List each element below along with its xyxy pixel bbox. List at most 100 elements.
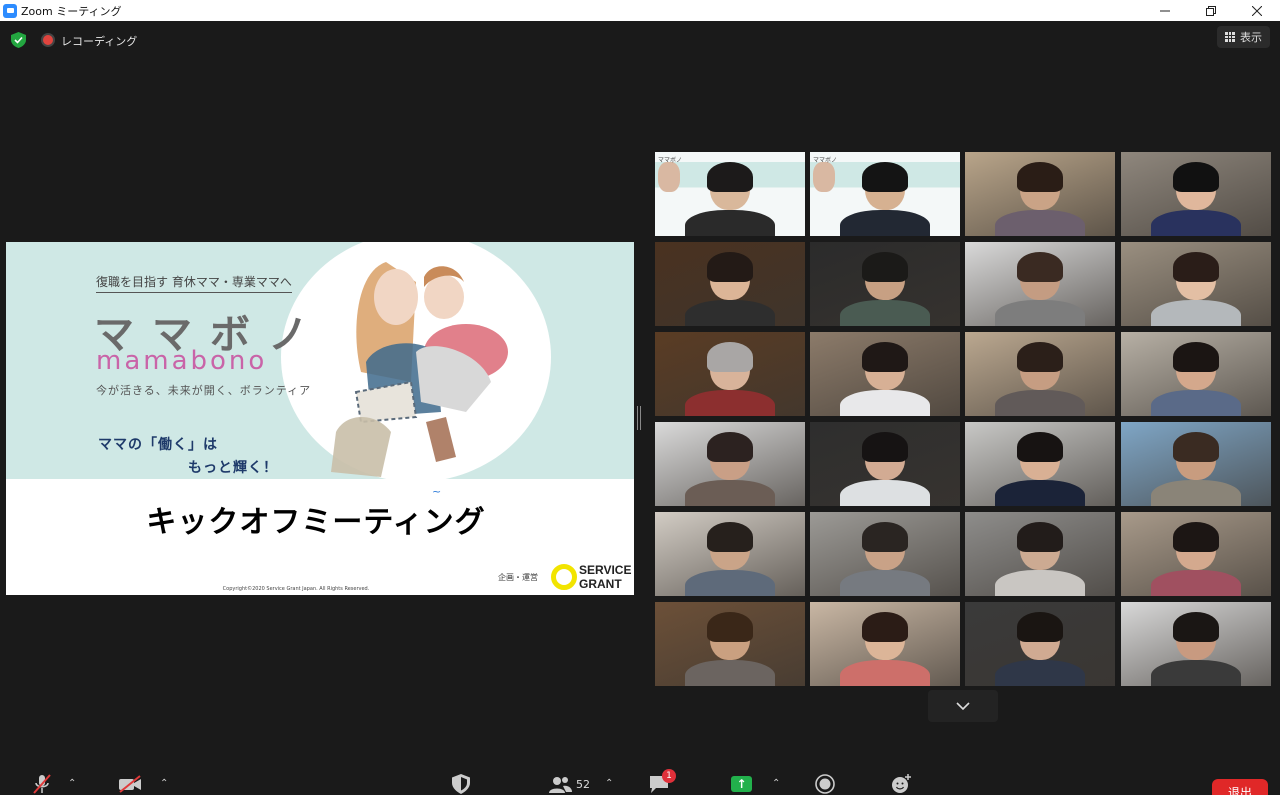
- participant-hair: [707, 342, 753, 372]
- participant-body: [1151, 660, 1241, 686]
- participant-video-tile[interactable]: [655, 332, 805, 416]
- share-options-caret-icon[interactable]: ⌃: [772, 778, 780, 789]
- participant-hair: [862, 522, 908, 552]
- slide-organizer-label: 企画・運営: [498, 573, 538, 582]
- participant-video-tile[interactable]: [1121, 332, 1271, 416]
- mute-button[interactable]: [32, 772, 52, 795]
- participant-video-tile[interactable]: [965, 152, 1115, 236]
- encryption-shield-icon[interactable]: [11, 32, 26, 48]
- mother-child-illustration: [331, 262, 508, 477]
- panel-resize-handle[interactable]: [637, 406, 641, 430]
- participant-hair: [862, 252, 908, 282]
- security-button[interactable]: [452, 772, 470, 795]
- audio-options-caret-icon[interactable]: ⌃: [68, 778, 76, 789]
- participant-hair: [1017, 252, 1063, 282]
- participant-gallery: ママボノ ママボノ: [655, 152, 1271, 686]
- participant-hair: [1173, 432, 1219, 462]
- participant-video-tile[interactable]: [655, 602, 805, 686]
- service-grant-logo-text: SERVICE GRANT: [579, 563, 631, 591]
- participant-video-tile[interactable]: [810, 512, 960, 596]
- participants-button[interactable]: 52: [548, 772, 590, 795]
- video-options-caret-icon[interactable]: ⌃: [160, 778, 168, 789]
- participant-body: [685, 570, 775, 596]
- recording-indicator-icon: [41, 33, 55, 47]
- restore-icon: [1206, 5, 1216, 16]
- stop-video-button[interactable]: [118, 772, 142, 795]
- participant-body: [995, 480, 1085, 506]
- participant-video-tile[interactable]: [655, 512, 805, 596]
- window-title: Zoom ミーティング: [21, 4, 122, 18]
- participant-body: [685, 210, 775, 236]
- participant-body: [685, 480, 775, 506]
- view-button[interactable]: 表示: [1217, 26, 1270, 48]
- participant-video-tile[interactable]: [655, 242, 805, 326]
- participant-video-tile[interactable]: [965, 242, 1115, 326]
- participant-body: [995, 390, 1085, 416]
- participant-body: [840, 480, 930, 506]
- slide-main-title: キックオフミーティング: [146, 505, 486, 540]
- participant-hair: [707, 252, 753, 282]
- slide-subheading: 復職を目指す 育休ママ・専業ママへ: [96, 273, 292, 293]
- participant-video-tile[interactable]: [655, 422, 805, 506]
- participant-body: [995, 300, 1085, 326]
- logo-line-grant: GRANT: [579, 577, 622, 591]
- participant-hair: [1017, 522, 1063, 552]
- participant-body: [840, 570, 930, 596]
- participant-video-tile[interactable]: [1121, 152, 1271, 236]
- participant-body: [1151, 390, 1241, 416]
- participant-video-tile[interactable]: ママボノ: [655, 152, 805, 236]
- close-button[interactable]: [1234, 0, 1280, 21]
- slide-catchcopy-line1: ママの「働く」は: [98, 437, 218, 453]
- shared-screen-slide: 復職を目指す 育休ママ・専業ママへ ママボノ mamabono 今が活きる、未来…: [6, 242, 634, 595]
- participant-video-tile[interactable]: [810, 332, 960, 416]
- participant-body: [840, 660, 930, 686]
- participant-video-tile[interactable]: [1121, 242, 1271, 326]
- slide-catchcopy-line2: もっと輝く！: [188, 460, 278, 476]
- view-button-label: 表示: [1240, 31, 1262, 44]
- slide-copyright: Copyright©2020 Service Grant Japan. All …: [222, 586, 370, 592]
- participant-video-tile[interactable]: [1121, 602, 1271, 686]
- participant-body: [1151, 480, 1241, 506]
- record-icon: [815, 774, 835, 794]
- participant-body: [995, 210, 1085, 236]
- chevron-down-icon: [956, 702, 970, 710]
- microphone-muted-icon: [33, 774, 51, 794]
- participant-video-tile[interactable]: [965, 422, 1115, 506]
- participant-video-tile[interactable]: [965, 602, 1115, 686]
- record-button[interactable]: [815, 772, 835, 795]
- minimize-button[interactable]: [1142, 0, 1188, 21]
- participant-hair: [862, 432, 908, 462]
- logo-line-service: SERVICE: [579, 563, 632, 577]
- participant-video-tile[interactable]: [965, 512, 1115, 596]
- restore-button[interactable]: [1188, 0, 1234, 21]
- participant-video-tile[interactable]: [1121, 512, 1271, 596]
- participant-body: [685, 660, 775, 686]
- participants-caret-icon[interactable]: ⌃: [605, 778, 613, 789]
- participant-hair: [1017, 432, 1063, 462]
- participant-body: [1151, 210, 1241, 236]
- participant-video-tile[interactable]: [965, 332, 1115, 416]
- slide-tagline: 今が活きる、未来が開く、ボランティア: [96, 384, 312, 397]
- reactions-button[interactable]: [890, 772, 912, 795]
- participant-body: [840, 300, 930, 326]
- participant-hair: [1017, 162, 1063, 192]
- security-shield-icon: [452, 774, 470, 794]
- participant-hair: [862, 342, 908, 372]
- zoom-logo-icon: [3, 3, 17, 18]
- meeting-topbar: レコーディング 表示: [0, 21, 1280, 59]
- participant-video-tile[interactable]: [810, 602, 960, 686]
- participant-hair: [862, 162, 908, 192]
- participant-hair: [707, 162, 753, 192]
- participant-hair: [862, 612, 908, 642]
- slide-title-english: mamabono: [96, 346, 268, 376]
- participant-video-tile[interactable]: [810, 242, 960, 326]
- participant-hair: [1173, 252, 1219, 282]
- share-screen-button[interactable]: ↑: [731, 772, 752, 795]
- leave-meeting-button[interactable]: 退出: [1212, 779, 1268, 795]
- reaction-smiley-icon: [892, 774, 911, 793]
- participant-hair: [707, 522, 753, 552]
- participant-video-tile[interactable]: [810, 422, 960, 506]
- gallery-next-page-button[interactable]: [928, 690, 998, 722]
- participant-video-tile[interactable]: ママボノ: [810, 152, 960, 236]
- participant-video-tile[interactable]: [1121, 422, 1271, 506]
